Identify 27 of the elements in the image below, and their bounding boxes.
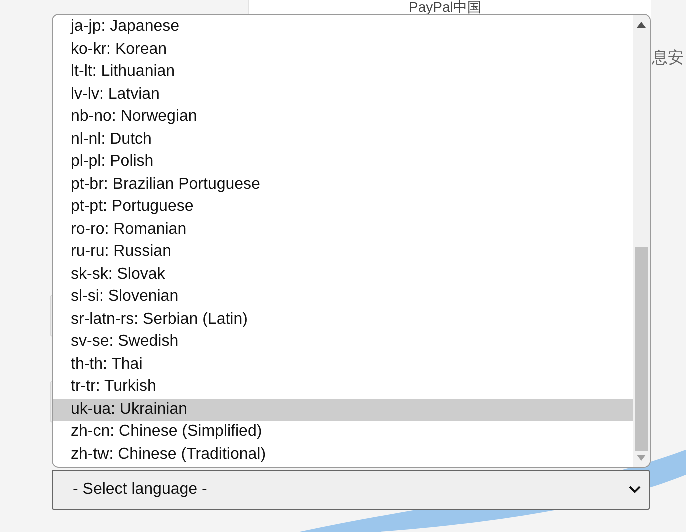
dropdown-option[interactable]: lt-lt: Lithuanian	[53, 61, 633, 84]
dropdown-option[interactable]: zh-tw: Chinese (Traditional)	[53, 444, 633, 466]
dropdown-option[interactable]: sv-se: Swedish	[53, 331, 633, 354]
dropdown-option[interactable]: ja-jp: Japanese	[53, 16, 633, 38]
dropdown-option[interactable]: th-th: Thai	[53, 354, 633, 376]
dropdown-option[interactable]: uk-ua: Ukrainian	[53, 398, 633, 421]
dropdown-option[interactable]: nb-no: Norwegian	[53, 106, 633, 128]
page-heading: PayPal中国	[408, 0, 482, 14]
dropdown-option[interactable]: zh-cn: Chinese (Simplified)	[53, 421, 633, 444]
language-select[interactable]: - Select language -	[52, 470, 650, 510]
dropdown-option[interactable]: nl-nl: Dutch	[53, 128, 633, 151]
chevron-down-icon	[629, 486, 641, 494]
dropdown-option[interactable]: pt-pt: Portuguese	[53, 196, 633, 218]
dropdown-option[interactable]: sl-si: Slovenian	[53, 286, 633, 308]
dropdown-option[interactable]: ru-ru: Russian	[53, 241, 633, 264]
body-text: 息安	[652, 48, 684, 69]
scroll-up-icon[interactable]	[637, 22, 646, 28]
dropdown-option[interactable]: sr-latn-rs: Serbian (Latin)	[53, 308, 633, 331]
dropdown-option[interactable]: tr-tr: Turkish	[53, 376, 633, 398]
dropdown-option[interactable]: pt-br: Brazilian Portuguese	[53, 174, 633, 196]
dropdown-option[interactable]: lv-lv: Latvian	[53, 84, 633, 106]
dropdown-option[interactable]: pl-pl: Polish	[53, 151, 633, 174]
dropdown-option[interactable]: ko-kr: Korean	[53, 38, 633, 61]
dropdown-option[interactable]: sk-sk: Slovak	[53, 264, 633, 286]
dropdown-option[interactable]: ro-ro: Romanian	[53, 218, 633, 241]
scroll-down-icon[interactable]	[637, 455, 646, 461]
scrollbar[interactable]	[633, 15, 650, 467]
